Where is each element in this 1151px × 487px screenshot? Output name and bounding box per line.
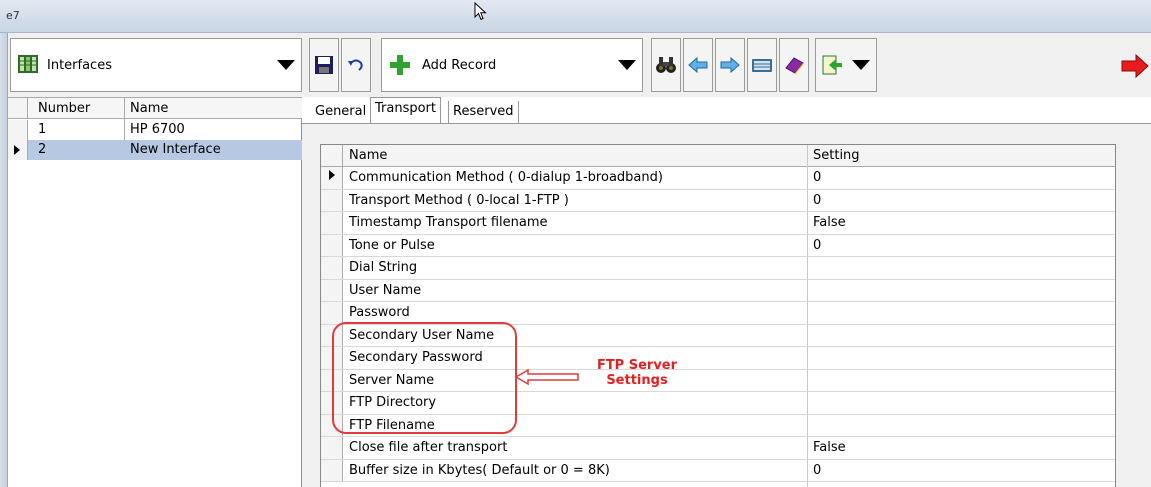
current-row-pointer-icon — [14, 145, 20, 155]
settings-row[interactable]: Timestamp Transport filename False — [321, 212, 1115, 235]
setting-value[interactable]: 0 — [813, 463, 821, 478]
export-button[interactable] — [815, 38, 877, 92]
setting-name: Buffer size in Kbytes( Default or 0 = 8K… — [349, 462, 610, 478]
setting-name: Communication Method ( 0-dialup 1-broadb… — [349, 170, 663, 185]
settings-row[interactable]: User Name — [321, 279, 1115, 302]
settings-row[interactable]: Dial String — [321, 257, 1115, 280]
setting-name: Tone or Pulse — [349, 237, 435, 253]
setting-value[interactable]: False — [813, 215, 846, 230]
chevron-down-icon[interactable] — [277, 60, 295, 70]
row-indicator — [321, 212, 343, 234]
help-book-button[interactable] — [779, 38, 809, 92]
chevron-down-icon[interactable] — [618, 60, 636, 70]
settings-row[interactable]: Transport Method ( 0-local 1-FTP ) 0 — [321, 189, 1115, 212]
column-header-number[interactable]: Number — [38, 101, 90, 116]
setting-value[interactable]: 0 — [813, 170, 821, 185]
transport-settings-grid: Name Setting Communication Method ( 0-di… — [320, 144, 1116, 487]
add-record-label: Add Record — [422, 58, 497, 73]
back-arrow-icon — [688, 56, 708, 74]
keyboard-button[interactable] — [747, 38, 777, 92]
exit-arrow-icon — [1121, 53, 1149, 79]
settings-row[interactable]: Buffer size in Kbytes( Default or 0 = 8K… — [321, 459, 1115, 482]
row-header-corner — [8, 98, 28, 118]
row-header-corner — [321, 145, 343, 166]
annotation-arrow-icon — [514, 368, 579, 386]
settings-row[interactable]: Close file after transport False — [321, 437, 1115, 460]
add-record-combo[interactable]: Add Record — [381, 38, 643, 92]
row-indicator — [8, 120, 28, 140]
table-grid-icon — [18, 55, 38, 73]
table-row[interactable]: 1 HP 6700 — [8, 120, 302, 140]
setting-name: Password — [349, 305, 410, 320]
window-frame-left — [0, 33, 8, 487]
save-button[interactable] — [309, 38, 339, 92]
setting-value[interactable]: 0 — [813, 238, 821, 253]
chevron-down-icon[interactable] — [852, 60, 870, 70]
interfaces-grid-header: Number Name — [8, 97, 302, 119]
next-button[interactable] — [715, 38, 745, 92]
interfaces-grid: Number Name 1 HP 6700 2 New Interface — [8, 97, 302, 487]
table-select-value: Interfaces — [47, 58, 112, 73]
previous-button[interactable] — [683, 38, 713, 92]
tab-general[interactable]: General — [311, 101, 370, 123]
ftp-settings-highlight — [332, 322, 517, 434]
column-header-name[interactable]: Name — [349, 148, 387, 163]
keyboard-icon — [752, 59, 772, 72]
setting-name: Timestamp Transport filename — [349, 215, 548, 230]
current-row-pointer-icon — [329, 170, 335, 180]
row-indicator — [321, 257, 343, 279]
table-row[interactable]: 2 New Interface — [8, 140, 302, 160]
forward-arrow-icon — [720, 56, 740, 74]
annotation-line-1: FTP Server — [596, 358, 678, 373]
undo-icon — [348, 59, 363, 71]
settings-grid-header: Name Setting — [321, 145, 1115, 167]
find-button[interactable] — [651, 38, 681, 92]
cell-number: 1 — [38, 122, 47, 137]
setting-name: User Name — [349, 282, 422, 298]
setting-name: Dial String — [349, 260, 418, 275]
row-indicator — [321, 302, 343, 324]
annotation-line-2: Settings — [606, 373, 668, 388]
settings-row[interactable]: Communication Method ( 0-dialup 1-broadb… — [321, 167, 1115, 190]
row-indicator — [8, 140, 28, 160]
export-icon — [822, 55, 842, 75]
undo-button[interactable] — [341, 38, 371, 92]
setting-value[interactable]: False — [813, 440, 846, 455]
row-indicator — [321, 279, 343, 301]
cell-name: HP 6700 — [130, 122, 185, 137]
window-title: e7 — [6, 9, 20, 22]
row-indicator — [321, 234, 343, 256]
tab-reserved[interactable]: Reserved — [448, 101, 519, 123]
exit-button[interactable] — [1120, 53, 1150, 79]
binoculars-icon — [656, 57, 676, 73]
row-indicator — [321, 437, 343, 459]
book-icon — [785, 57, 804, 75]
save-icon — [315, 56, 333, 74]
row-indicator — [321, 167, 343, 189]
cell-name: New Interface — [130, 142, 221, 157]
toolbar: Interfaces Add Record — [8, 33, 1151, 97]
settings-row[interactable]: Tone or Pulse 0 — [321, 234, 1115, 257]
add-record-icon — [390, 55, 410, 75]
row-indicator — [321, 459, 343, 481]
table-select-combo[interactable]: Interfaces — [10, 38, 302, 92]
title-bar: e7 — [0, 0, 1151, 33]
mouse-cursor-icon — [474, 2, 487, 21]
setting-name: Transport Method ( 0-local 1-FTP ) — [349, 192, 569, 208]
row-indicator — [321, 189, 343, 211]
column-header-setting[interactable]: Setting — [813, 148, 860, 163]
setting-name: Close file after transport — [349, 440, 508, 455]
cell-number: 2 — [38, 142, 47, 157]
setting-value[interactable]: 0 — [813, 193, 821, 208]
annotation-label: FTP Server Settings — [577, 358, 697, 388]
column-header-name[interactable]: Name — [130, 101, 168, 116]
tab-transport[interactable]: Transport — [370, 97, 442, 123]
